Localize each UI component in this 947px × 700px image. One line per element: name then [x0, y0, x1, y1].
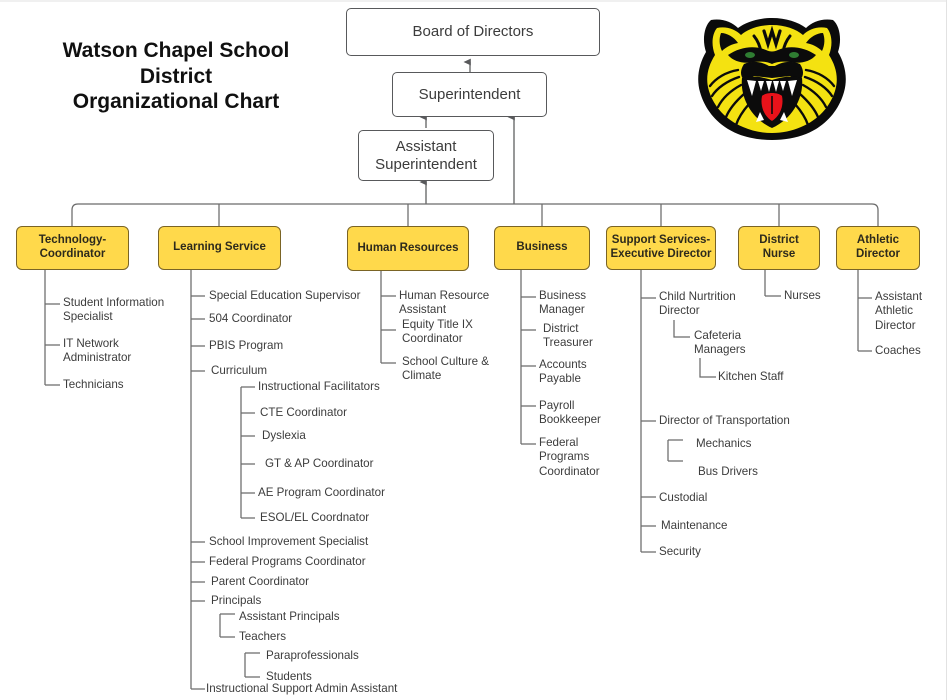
leaf-dyslexia[interactable]: Dyslexia	[262, 429, 306, 443]
title-line-1: Watson Chapel School	[62, 39, 290, 62]
leaf-human-resource-assistant[interactable]: Human Resource Assistant	[399, 289, 499, 318]
leaf-special-education-supervisor[interactable]: Special Education Supervisor	[209, 289, 360, 303]
leaf-director-of-transportation[interactable]: Director of Transportation	[659, 414, 790, 428]
leaf-maintenance[interactable]: Maintenance	[661, 519, 727, 533]
dept-box-technology[interactable]: Technology- Coordinator	[16, 226, 129, 270]
leaf-security[interactable]: Security	[659, 545, 701, 559]
leaf-nurses[interactable]: Nurses	[784, 289, 821, 303]
dept-box-support-services[interactable]: Support Services- Executive Director	[606, 226, 716, 270]
leaf-teachers[interactable]: Teachers	[239, 630, 286, 644]
leaf-kitchen-staff[interactable]: Kitchen Staff	[718, 370, 784, 384]
node-board-of-directors[interactable]: Board of Directors	[346, 8, 600, 56]
dept-box-business[interactable]: Business	[494, 226, 590, 270]
page-title: Watson Chapel School District Organizati…	[20, 38, 332, 115]
leaf-custodial[interactable]: Custodial	[659, 491, 707, 505]
leaf-cafeteria-managers[interactable]: Cafeteria Managers	[694, 329, 774, 358]
dept-label: Business	[516, 241, 568, 254]
dept-box-athletic-director[interactable]: Athletic Director	[836, 226, 920, 270]
leaf-instructional-support-admin-assistant[interactable]: Instructional Support Admin Assistant	[206, 682, 397, 696]
node-label: Superintendent	[418, 85, 521, 103]
leaf-business-manager[interactable]: Business Manager	[539, 289, 619, 318]
leaf-payroll-bookkeeper[interactable]: Payroll Bookkeeper	[539, 399, 619, 428]
org-chart-canvas: Watson Chapel School District Organizati…	[0, 0, 947, 700]
leaf-equity-title-ix-coordinator[interactable]: Equity Title IX Coordinator	[402, 318, 502, 347]
leaf-ae-program-coordinator[interactable]: AE Program Coordinator	[258, 486, 385, 500]
node-label: Assistant Superintendent	[375, 137, 477, 173]
leaf-school-culture-climate[interactable]: School Culture & Climate	[402, 355, 502, 384]
leaf-district-treasurer[interactable]: District Treasurer	[543, 322, 623, 351]
leaf-instructional-facilitators[interactable]: Instructional Facilitators	[258, 380, 380, 394]
dept-box-district-nurse[interactable]: District Nurse	[738, 226, 820, 270]
dept-label: Human Resources	[357, 241, 459, 254]
leaf-technicians[interactable]: Technicians	[63, 378, 124, 392]
leaf-esol-el-coordinator[interactable]: ESOL/EL Coordnator	[260, 511, 369, 525]
dept-label: District Nurse	[759, 234, 799, 260]
leaf-paraprofessionals[interactable]: Paraprofessionals	[266, 649, 359, 663]
tiger-head-mascot-icon	[698, 18, 846, 140]
leaf-accounts-payable[interactable]: Accounts Payable	[539, 358, 619, 387]
leaf-coaches[interactable]: Coaches	[875, 344, 921, 358]
leaf-cte-coordinator[interactable]: CTE Coordinator	[260, 406, 347, 420]
leaf-parent-coordinator[interactable]: Parent Coordinator	[211, 575, 309, 589]
title-line-3: Organizational Chart	[72, 90, 280, 114]
leaf-principals[interactable]: Principals	[211, 594, 261, 608]
dept-label: Support Services- Executive Director	[610, 234, 712, 260]
dept-label: Athletic Director	[855, 234, 901, 260]
leaf-gt-ap-coordinator[interactable]: GT & AP Coordinator	[265, 457, 373, 471]
dept-label: Technology- Coordinator	[38, 234, 107, 260]
leaf-it-network-administrator[interactable]: IT Network Administrator	[63, 337, 188, 366]
node-label: Board of Directors	[412, 23, 534, 41]
leaf-504-coordinator[interactable]: 504 Coordinator	[209, 312, 292, 326]
leaf-assistant-athletic-director[interactable]: Assistant Athletic Director	[875, 290, 945, 333]
leaf-mechanics[interactable]: Mechanics	[696, 437, 751, 451]
leaf-pbis-program[interactable]: PBIS Program	[209, 339, 283, 353]
dept-box-human-resources[interactable]: Human Resources	[347, 226, 469, 271]
leaf-child-nutrition-director[interactable]: Child Nurtrition Director	[659, 290, 755, 319]
title-line-2: District	[139, 64, 213, 88]
leaf-student-information-specialist[interactable]: Student Information Specialist	[63, 296, 188, 325]
leaf-federal-programs-coordinator-business[interactable]: Federal Programs Coordinator	[539, 436, 619, 479]
leaf-curriculum[interactable]: Curriculum	[211, 364, 267, 378]
leaf-federal-programs-coordinator-learning[interactable]: Federal Programs Coordinator	[209, 555, 366, 569]
dept-box-learning-service[interactable]: Learning Service	[158, 226, 281, 270]
node-assistant-superintendent[interactable]: Assistant Superintendent	[358, 130, 494, 181]
node-superintendent[interactable]: Superintendent	[392, 72, 547, 117]
dept-label: Learning Service	[173, 241, 266, 254]
leaf-school-improvement-specialist[interactable]: School Improvement Specialist	[209, 535, 368, 549]
top-edge-rule	[0, 0, 947, 2]
leaf-assistant-principals[interactable]: Assistant Principals	[239, 610, 340, 624]
leaf-bus-drivers[interactable]: Bus Drivers	[698, 465, 758, 479]
